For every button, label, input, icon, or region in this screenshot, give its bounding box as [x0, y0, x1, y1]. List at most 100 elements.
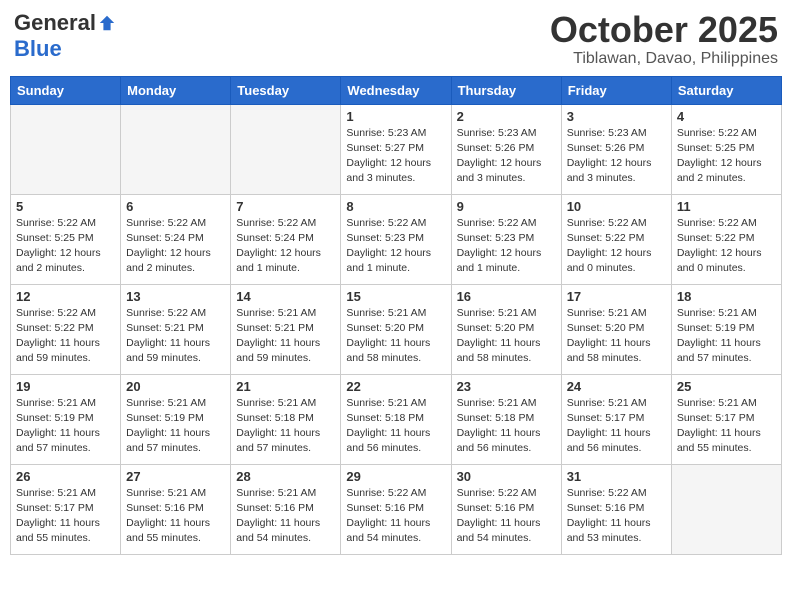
- weekday-header: Saturday: [671, 76, 781, 104]
- day-info: Sunrise: 5:21 AM Sunset: 5:17 PM Dayligh…: [677, 396, 776, 457]
- page-header: General Blue October 2025 Tiblawan, Dava…: [10, 10, 782, 68]
- day-info: Sunrise: 5:21 AM Sunset: 5:20 PM Dayligh…: [346, 306, 445, 367]
- day-number: 6: [126, 199, 225, 214]
- calendar-cell: 22Sunrise: 5:21 AM Sunset: 5:18 PM Dayli…: [341, 374, 451, 464]
- weekday-header-row: SundayMondayTuesdayWednesdayThursdayFrid…: [11, 76, 782, 104]
- weekday-header: Thursday: [451, 76, 561, 104]
- calendar-cell: 26 Sunrise: 5:21 AM Sunset: 5:17 PM Dayli…: [11, 464, 121, 554]
- day-info: Sunrise: 5:23 AM Sunset: 5:27 PM Dayligh…: [346, 126, 445, 187]
- day-number: 17: [567, 289, 666, 304]
- calendar-cell: 11Sunrise: 5:22 AM Sunset: 5:22 PM Dayli…: [671, 194, 781, 284]
- calendar-cell: 14 Sunrise: 5:21 AM Sunset: 5:21 PM Dayli…: [231, 284, 341, 374]
- day-number: 20: [126, 379, 225, 394]
- day-info: Sunrise: 5:22 AM Sunset: 5:23 PM Dayligh…: [457, 216, 556, 277]
- day-number: 27: [126, 469, 225, 484]
- calendar-cell: 20 Sunrise: 5:21 AM Sunset: 5:19 PM Dayli…: [121, 374, 231, 464]
- calendar-cell: 16 Sunrise: 5:21 AM Sunset: 5:20 PM Dayli…: [451, 284, 561, 374]
- day-info: Sunrise: 5:21 AM Sunset: 5:17 PM Dayligh…: [567, 396, 666, 457]
- logo-blue: Blue: [14, 36, 62, 62]
- day-number: 9: [457, 199, 556, 214]
- day-info: Sunrise: 5:22 AM Sunset: 5:24 PM Dayligh…: [126, 216, 225, 277]
- day-number: 8: [346, 199, 445, 214]
- month-title: October 2025: [550, 10, 778, 50]
- calendar-cell: 8Sunrise: 5:22 AM Sunset: 5:23 PM Daylig…: [341, 194, 451, 284]
- day-info: Sunrise: 5:22 AM Sunset: 5:24 PM Dayligh…: [236, 216, 335, 277]
- day-info: Sunrise: 5:22 AM Sunset: 5:21 PM Dayligh…: [126, 306, 225, 367]
- day-info: Sunrise: 5:22 AM Sunset: 5:16 PM Dayligh…: [457, 486, 556, 547]
- day-info: Sunrise: 5:22 AM Sunset: 5:25 PM Dayligh…: [677, 126, 776, 187]
- calendar-cell: 29 Sunrise: 5:22 AM Sunset: 5:16 PM Dayli…: [341, 464, 451, 554]
- day-info: Sunrise: 5:21 AM Sunset: 5:16 PM Dayligh…: [236, 486, 335, 547]
- day-number: 31: [567, 469, 666, 484]
- week-row: 26 Sunrise: 5:21 AM Sunset: 5:17 PM Dayli…: [11, 464, 782, 554]
- day-number: 12: [16, 289, 115, 304]
- day-number: 28: [236, 469, 335, 484]
- calendar-cell: 25 Sunrise: 5:21 AM Sunset: 5:17 PM Dayli…: [671, 374, 781, 464]
- calendar-table: SundayMondayTuesdayWednesdayThursdayFrid…: [10, 76, 782, 555]
- calendar-cell: 13 Sunrise: 5:22 AM Sunset: 5:21 PM Dayli…: [121, 284, 231, 374]
- day-number: 18: [677, 289, 776, 304]
- calendar-cell: 5 Sunrise: 5:22 AM Sunset: 5:25 PM Daylig…: [11, 194, 121, 284]
- calendar-cell: 27 Sunrise: 5:21 AM Sunset: 5:16 PM Dayli…: [121, 464, 231, 554]
- day-info: Sunrise: 5:21 AM Sunset: 5:18 PM Dayligh…: [346, 396, 445, 457]
- day-info: Sunrise: 5:22 AM Sunset: 5:16 PM Dayligh…: [567, 486, 666, 547]
- week-row: 12 Sunrise: 5:22 AM Sunset: 5:22 PM Dayli…: [11, 284, 782, 374]
- day-info: Sunrise: 5:22 AM Sunset: 5:22 PM Dayligh…: [16, 306, 115, 367]
- day-info: Sunrise: 5:21 AM Sunset: 5:16 PM Dayligh…: [126, 486, 225, 547]
- day-number: 15: [346, 289, 445, 304]
- day-number: 14: [236, 289, 335, 304]
- logo-general: General: [14, 10, 96, 36]
- day-info: Sunrise: 5:21 AM Sunset: 5:19 PM Dayligh…: [16, 396, 115, 457]
- day-info: Sunrise: 5:21 AM Sunset: 5:21 PM Dayligh…: [236, 306, 335, 367]
- weekday-header: Sunday: [11, 76, 121, 104]
- calendar-cell: 31 Sunrise: 5:22 AM Sunset: 5:16 PM Dayli…: [561, 464, 671, 554]
- calendar-cell: 10Sunrise: 5:22 AM Sunset: 5:22 PM Dayli…: [561, 194, 671, 284]
- calendar-cell: [671, 464, 781, 554]
- day-number: 4: [677, 109, 776, 124]
- calendar-cell: 17 Sunrise: 5:21 AM Sunset: 5:20 PM Dayli…: [561, 284, 671, 374]
- day-info: Sunrise: 5:22 AM Sunset: 5:25 PM Dayligh…: [16, 216, 115, 277]
- calendar-cell: [11, 104, 121, 194]
- week-row: 5 Sunrise: 5:22 AM Sunset: 5:25 PM Daylig…: [11, 194, 782, 284]
- day-number: 16: [457, 289, 556, 304]
- calendar-cell: 12 Sunrise: 5:22 AM Sunset: 5:22 PM Dayli…: [11, 284, 121, 374]
- day-info: Sunrise: 5:21 AM Sunset: 5:18 PM Dayligh…: [236, 396, 335, 457]
- day-number: 25: [677, 379, 776, 394]
- calendar-cell: 9 Sunrise: 5:22 AM Sunset: 5:23 PM Daylig…: [451, 194, 561, 284]
- day-info: Sunrise: 5:23 AM Sunset: 5:26 PM Dayligh…: [567, 126, 666, 187]
- logo: General Blue: [14, 10, 116, 62]
- day-info: Sunrise: 5:21 AM Sunset: 5:20 PM Dayligh…: [457, 306, 556, 367]
- day-number: 30: [457, 469, 556, 484]
- day-number: 7: [236, 199, 335, 214]
- day-number: 26: [16, 469, 115, 484]
- calendar-cell: 18 Sunrise: 5:21 AM Sunset: 5:19 PM Dayli…: [671, 284, 781, 374]
- calendar-cell: 7 Sunrise: 5:22 AM Sunset: 5:24 PM Daylig…: [231, 194, 341, 284]
- day-info: Sunrise: 5:21 AM Sunset: 5:17 PM Dayligh…: [16, 486, 115, 547]
- weekday-header: Friday: [561, 76, 671, 104]
- calendar-cell: 1 Sunrise: 5:23 AM Sunset: 5:27 PM Daylig…: [341, 104, 451, 194]
- day-info: Sunrise: 5:21 AM Sunset: 5:20 PM Dayligh…: [567, 306, 666, 367]
- day-number: 1: [346, 109, 445, 124]
- day-info: Sunrise: 5:21 AM Sunset: 5:19 PM Dayligh…: [126, 396, 225, 457]
- day-number: 21: [236, 379, 335, 394]
- day-info: Sunrise: 5:23 AM Sunset: 5:26 PM Dayligh…: [457, 126, 556, 187]
- calendar-cell: 19Sunrise: 5:21 AM Sunset: 5:19 PM Dayli…: [11, 374, 121, 464]
- calendar-cell: 15 Sunrise: 5:21 AM Sunset: 5:20 PM Dayli…: [341, 284, 451, 374]
- weekday-header: Tuesday: [231, 76, 341, 104]
- day-info: Sunrise: 5:21 AM Sunset: 5:18 PM Dayligh…: [457, 396, 556, 457]
- calendar-cell: 4 Sunrise: 5:22 AM Sunset: 5:25 PM Daylig…: [671, 104, 781, 194]
- day-number: 13: [126, 289, 225, 304]
- logo-icon: [98, 14, 116, 32]
- day-number: 24: [567, 379, 666, 394]
- day-number: 23: [457, 379, 556, 394]
- day-info: Sunrise: 5:22 AM Sunset: 5:22 PM Dayligh…: [677, 216, 776, 277]
- day-number: 29: [346, 469, 445, 484]
- day-number: 5: [16, 199, 115, 214]
- calendar-cell: 6 Sunrise: 5:22 AM Sunset: 5:24 PM Daylig…: [121, 194, 231, 284]
- calendar-cell: [231, 104, 341, 194]
- calendar-cell: 3Sunrise: 5:23 AM Sunset: 5:26 PM Daylig…: [561, 104, 671, 194]
- day-number: 2: [457, 109, 556, 124]
- calendar-cell: 21 Sunrise: 5:21 AM Sunset: 5:18 PM Dayli…: [231, 374, 341, 464]
- day-info: Sunrise: 5:21 AM Sunset: 5:19 PM Dayligh…: [677, 306, 776, 367]
- day-info: Sunrise: 5:22 AM Sunset: 5:16 PM Dayligh…: [346, 486, 445, 547]
